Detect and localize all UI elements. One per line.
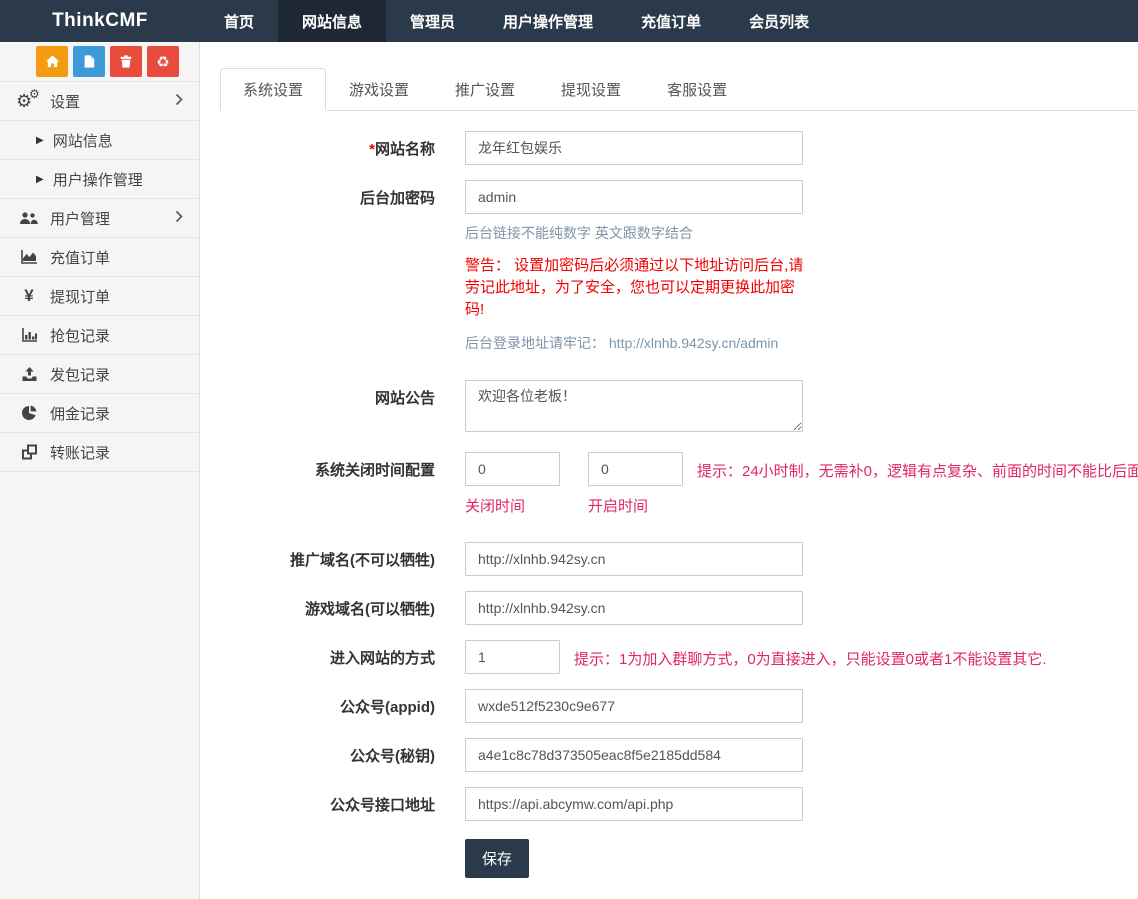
sidebar-item-label: 提现订单 (50, 286, 110, 307)
secret-label: 公众号(秘钥) (220, 738, 435, 772)
nav-item-recharge-orders[interactable]: 充值订单 (617, 0, 725, 42)
sidebar-item-transfer-records[interactable]: 转账记录 (0, 433, 199, 472)
sidebar-item-user-mgmt[interactable]: 用户管理 (0, 199, 199, 238)
sidebar-item-label: 网站信息 (53, 130, 113, 151)
admin-code-label: 后台加密码 (220, 180, 435, 353)
recycle-button[interactable]: ♻ (147, 46, 179, 77)
sidebar-item-commission-records[interactable]: 佣金记录 (0, 394, 199, 433)
trash-icon (119, 54, 133, 69)
file-button[interactable] (73, 46, 105, 77)
close-time-hint: 提示：24小时制，无需补0，逻辑有点复杂、前面的时间不能比后面的大 (697, 452, 1138, 486)
promo-domain-label: 推广域名(不可以牺牲) (220, 542, 435, 576)
upload-icon (16, 366, 42, 382)
chevron-right-icon (175, 210, 183, 227)
sidebar: ♻ ⚙⚙ 设置 ▶ 网站信息 ▶ 用户操作管理 (0, 42, 200, 899)
sidebar-subitem-user-ops[interactable]: ▶ 用户操作管理 (0, 160, 199, 199)
entry-mode-label: 进入网站的方式 (220, 640, 435, 674)
yen-icon: ¥ (16, 286, 42, 306)
tab-service-settings[interactable]: 客服设置 (644, 68, 750, 111)
sidebar-item-withdraw-orders[interactable]: ¥ 提现订单 (0, 277, 199, 316)
top-nav-items: 首页 网站信息 管理员 用户操作管理 充值订单 会员列表 (200, 0, 833, 42)
sidebar-subitem-site-info[interactable]: ▶ 网站信息 (0, 121, 199, 160)
entry-mode-input[interactable] (465, 640, 560, 674)
nav-item-admin[interactable]: 管理员 (386, 0, 479, 42)
triangle-right-icon: ▶ (36, 135, 44, 146)
sidebar-item-label: 转账记录 (50, 442, 110, 463)
api-url-input[interactable] (465, 787, 803, 821)
home-icon (45, 54, 60, 69)
sidebar-item-label: 抢包记录 (50, 325, 110, 346)
file-icon (82, 54, 96, 69)
main-content: 系统设置 游戏设置 推广设置 提现设置 客服设置 *网站名称 后台加密码 后台链… (200, 42, 1138, 899)
sidebar-item-recharge-orders[interactable]: 充值订单 (0, 238, 199, 277)
sidebar-item-label: 发包记录 (50, 364, 110, 385)
close-time-label: 系统关闭时间配置 (220, 452, 435, 516)
system-settings-form: *网站名称 后台加密码 后台链接不能纯数字 英文跟数字结合 警告： 设置加密码后… (220, 111, 1138, 878)
appid-label: 公众号(appid) (220, 689, 435, 723)
sidebar-toolbar: ♻ (0, 42, 199, 81)
sidebar-item-send-records[interactable]: 发包记录 (0, 355, 199, 394)
pie-chart-icon (16, 405, 42, 421)
api-url-label: 公众号接口地址 (220, 787, 435, 821)
trash-button[interactable] (110, 46, 142, 77)
promo-domain-input[interactable] (465, 542, 803, 576)
tab-game-settings[interactable]: 游戏设置 (326, 68, 432, 111)
game-domain-label: 游戏域名(可以牺牲) (220, 591, 435, 625)
sidebar-item-label: 佣金记录 (50, 403, 110, 424)
sidebar-item-label: 用户管理 (50, 208, 110, 229)
tab-withdraw-settings[interactable]: 提现设置 (538, 68, 644, 111)
open-time-sublabel: 开启时间 (588, 495, 683, 516)
tab-system-settings[interactable]: 系统设置 (220, 68, 326, 111)
nav-item-site-info[interactable]: 网站信息 (278, 0, 386, 42)
settings-tabs: 系统设置 游戏设置 推广设置 提现设置 客服设置 (220, 68, 1138, 111)
nav-item-user-ops[interactable]: 用户操作管理 (479, 0, 617, 42)
home-button[interactable] (36, 46, 68, 77)
users-icon (16, 211, 42, 226)
secret-input[interactable] (465, 738, 803, 772)
recycle-icon: ♻ (156, 53, 169, 71)
open-time-input[interactable] (588, 452, 683, 486)
appid-input[interactable] (465, 689, 803, 723)
site-name-label: *网站名称 (220, 131, 435, 165)
top-navbar: ThinkCMF 首页 网站信息 管理员 用户操作管理 充值订单 会员列表 (0, 0, 1138, 42)
sidebar-item-settings[interactable]: ⚙⚙ 设置 (0, 82, 199, 121)
save-button[interactable]: 保存 (465, 839, 529, 878)
chevron-right-icon (175, 93, 183, 110)
tab-promo-settings[interactable]: 推广设置 (432, 68, 538, 111)
game-domain-input[interactable] (465, 591, 803, 625)
brand-logo[interactable]: ThinkCMF (0, 0, 200, 42)
admin-login-note: 后台登录地址请牢记： http://xlnhb.942sy.cn/admin (465, 333, 810, 353)
sidebar-item-label: 用户操作管理 (53, 169, 143, 190)
close-time-sublabel: 关闭时间 (465, 495, 560, 516)
site-name-input[interactable] (465, 131, 803, 165)
area-chart-icon (16, 249, 42, 265)
nav-item-home[interactable]: 首页 (200, 0, 278, 42)
notice-label: 网站公告 (220, 380, 435, 437)
sidebar-item-label: 充值订单 (50, 247, 110, 268)
admin-code-warning: 警告： 设置加密码后必须通过以下地址访问后台,请劳记此地址，为了安全，您也可以定… (465, 255, 810, 320)
bar-chart-icon (16, 327, 42, 343)
triangle-right-icon: ▶ (36, 174, 44, 185)
close-time-input[interactable] (465, 452, 560, 486)
sidebar-item-label: 设置 (50, 91, 80, 112)
copy-squares-icon (16, 444, 42, 460)
nav-item-member-list[interactable]: 会员列表 (725, 0, 833, 42)
notice-textarea[interactable]: 欢迎各位老板！ (465, 380, 803, 432)
sidebar-item-grab-records[interactable]: 抢包记录 (0, 316, 199, 355)
admin-code-input[interactable] (465, 180, 803, 214)
admin-code-help: 后台链接不能纯数字 英文跟数字结合 (465, 223, 810, 243)
gears-icon: ⚙⚙ (16, 90, 42, 112)
entry-mode-hint: 提示：1为加入群聊方式，0为直接进入，只能设置0或者1不能设置其它. (574, 640, 1047, 674)
sidebar-menu: ⚙⚙ 设置 ▶ 网站信息 ▶ 用户操作管理 用户管理 (0, 81, 199, 472)
